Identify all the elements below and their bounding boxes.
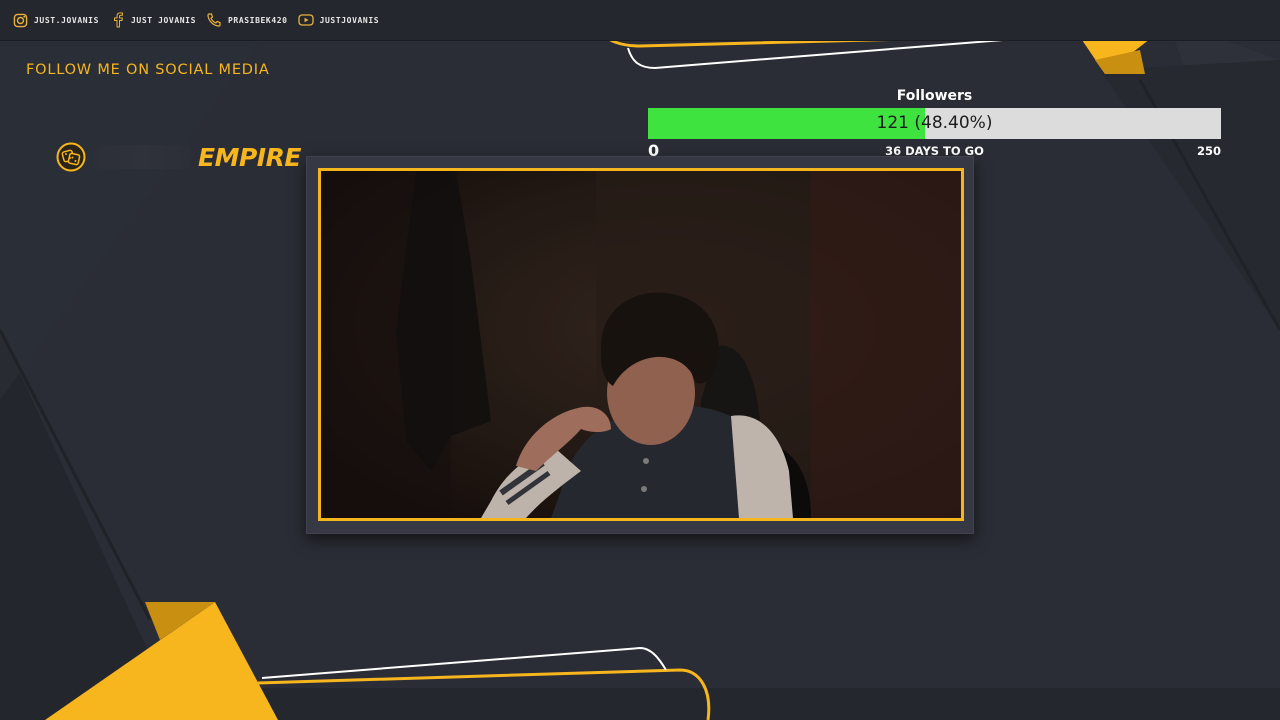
social-label-instagram: JUST.JOVANIS xyxy=(34,15,99,25)
goal-progress-value: 121 (48.40%) xyxy=(876,113,993,133)
social-label-facebook: JUST JOVANIS xyxy=(131,15,196,25)
stream-overlay: JUST.JOVANIS JUST JOVANIS PRASIBEK420 JU… xyxy=(0,0,1280,720)
goal-title: Followers xyxy=(896,88,973,104)
social-label-phone: PRASIBEK420 xyxy=(228,15,288,25)
brand-logo: EMPIRE xyxy=(56,142,301,172)
social-item-phone[interactable]: PRASIBEK420 xyxy=(206,12,288,28)
follow-heading: FOLLOW ME ON SOCIAL MEDIA xyxy=(26,62,270,78)
instagram-icon xyxy=(12,12,28,28)
social-bar: JUST.JOVANIS JUST JOVANIS PRASIBEK420 JU… xyxy=(0,0,1280,41)
webcam-image xyxy=(321,171,961,518)
dice-emblem-icon xyxy=(56,142,86,172)
phone-icon xyxy=(206,12,222,28)
social-list: JUST.JOVANIS JUST JOVANIS PRASIBEK420 JU… xyxy=(12,12,379,28)
social-label-youtube: JUSTJOVANIS xyxy=(319,15,380,25)
logo-text: EMPIRE xyxy=(198,142,301,172)
follower-goal-widget: Followers 121 (48.40%) 0 36 DAYS TO GO 2… xyxy=(648,86,1221,162)
goal-progress-track: 121 (48.40%) xyxy=(648,108,1221,139)
social-item-facebook[interactable]: JUST JOVANIS xyxy=(109,12,196,28)
social-item-instagram[interactable]: JUST.JOVANIS xyxy=(12,12,99,28)
webcam-feed xyxy=(318,168,964,521)
goal-max-value: 250 xyxy=(1196,144,1221,158)
social-item-youtube[interactable]: JUSTJOVANIS xyxy=(297,12,380,28)
facebook-icon xyxy=(109,12,125,28)
youtube-icon xyxy=(297,12,314,28)
logo-obscured-text xyxy=(94,145,190,169)
